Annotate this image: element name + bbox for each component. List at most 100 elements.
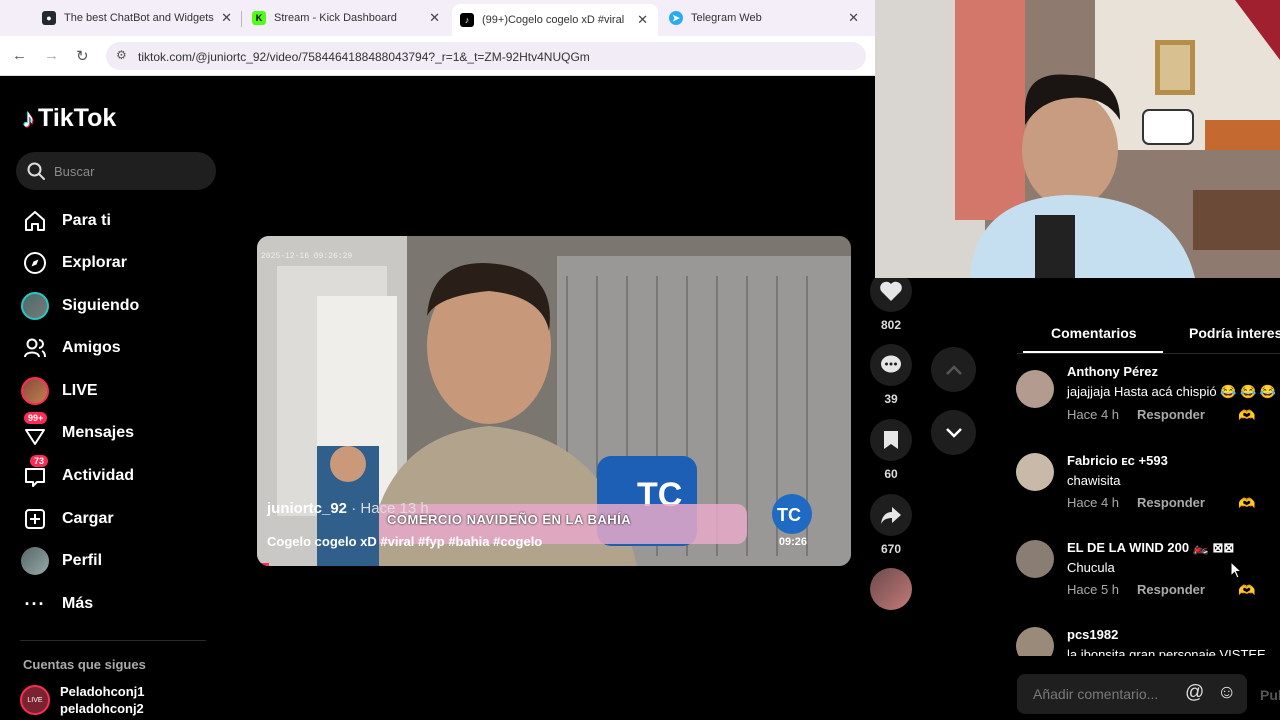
logo-text: TikTok [38,104,117,132]
sidebar-item-amigos[interactable]: Amigos [20,331,121,365]
sidebar-item-mensajes[interactable]: 99+ Mensajes [20,412,134,450]
creator-avatar-button[interactable] [870,568,912,610]
sidebar-item-siguiendo[interactable]: Siguiendo [20,289,139,323]
reply-button[interactable]: Responder [1137,582,1205,597]
comment-user[interactable]: EL DE LA WIND 200 🏍️ ⊠⊠ [1067,540,1234,556]
sidebar-item-para-ti[interactable]: Para ti [20,204,111,238]
sidebar-item-cargar[interactable]: Cargar [20,502,114,536]
active-tab-indicator [1023,351,1163,353]
next-video-button[interactable] [931,410,976,455]
search-placeholder: Buscar [54,164,95,179]
comment-text: jajajjaja Hasta acá chispió 😂 😂 😂 [1067,384,1276,399]
avatar[interactable] [1016,540,1054,578]
url-field[interactable]: ⚙ tiktok.com/@juniortc_92/video/75844641… [106,42,866,70]
comment-like-icon[interactable]: 🫶 [1238,582,1255,599]
github-icon: ● [42,11,56,25]
comment-user[interactable]: Fabricio ᴇᴄ +593 [1067,453,1168,468]
comment-user[interactable]: Anthony Pérez [1067,366,1158,379]
browser-tab-tiktok[interactable]: ♪ (99+)Cogelo cogelo xD #viral # ✕ [452,4,658,36]
share-button[interactable]: 670 [870,494,912,556]
svg-text:TC: TC [777,505,801,525]
sidebar-item-label: Más [62,595,94,612]
comment-meta: Hace 4 h Responder [1067,407,1205,422]
following-handle: peladohconj2 [60,701,144,716]
tiktok-icon: ♪ [460,13,474,27]
video-caption: Cogelo cogelo xD #viral #fyp #bahia #cog… [267,534,543,549]
video-author[interactable]: juniortc_92 · Hace 13 h [267,500,429,517]
bookmark-icon [870,419,912,461]
back-icon[interactable]: ← [12,47,27,64]
forward-icon[interactable]: → [44,47,59,64]
close-icon[interactable]: ✕ [637,12,648,28]
sidebar-divider [20,640,206,641]
tiktok-note-icon: ♪ [22,103,35,133]
browser-tab-kick[interactable]: K Stream - Kick Dashboard ✕ [252,4,440,32]
emoji-icon[interactable]: ☺ [1217,682,1236,704]
avatar[interactable] [1016,627,1054,656]
comment-list[interactable]: Anthony Pérez jajajjaja Hasta acá chispi… [1016,366,1280,656]
close-icon[interactable]: ✕ [429,10,440,26]
browser-tab-chatbot[interactable]: ● The best ChatBot and Widgets ✕ [42,4,232,32]
url-text: tiktok.com/@juniortc_92/video/7584464188… [138,50,590,64]
compass-icon [20,248,50,278]
webcam-frame [875,0,1280,278]
previous-video-button[interactable] [931,347,976,392]
friends-icon [20,333,50,363]
comment-time: Hace 4 h [1067,495,1120,510]
close-icon[interactable]: ✕ [221,10,232,26]
save-button[interactable]: 60 [870,419,912,481]
site-info-icon[interactable]: ⚙ [116,48,127,62]
sidebar-item-live[interactable]: LIVE [20,374,98,408]
comment-like-icon[interactable]: 🫶 [1238,495,1255,512]
tab-title: Telegram Web [691,12,762,24]
sidebar-item-label: Explorar [62,254,127,271]
live-avatar-icon [20,376,50,406]
following-account[interactable]: LIVE Peladohconj1 peladohconj2 [20,683,145,717]
tab-comentarios[interactable]: Comentarios [1051,325,1137,341]
avatar[interactable] [1016,370,1054,408]
tab-title: Stream - Kick Dashboard [274,12,397,24]
reply-button[interactable]: Responder [1137,407,1205,422]
search-input[interactable]: Buscar [16,152,216,190]
sidebar-item-explorar[interactable]: Explorar [20,246,127,280]
comment-like-icon[interactable]: 🫶 [1238,407,1255,424]
video-player[interactable]: TC TC 2025-12-16 09:26:29 COMERCIO NAVID… [257,236,851,566]
messages-badge: 99+ [24,412,48,424]
reload-icon[interactable]: ↻ [76,47,89,65]
chevron-down-icon [945,427,962,438]
like-button[interactable]: 802 [870,270,912,332]
comment-time: Hace 5 h [1067,582,1120,597]
sidebar-item-perfil[interactable]: Perfil [20,544,102,578]
share-icon [870,494,912,536]
following-name: Peladohconj1 [60,684,145,699]
video-progress-bar[interactable] [257,563,269,566]
comment-text: chawisita [1067,473,1121,488]
webcam-overlay [875,0,1280,278]
comment-input[interactable]: Añadir comentario... @ ☺ [1017,674,1247,714]
sidebar-item-label: Actividad [62,467,135,484]
browser-tab-telegram[interactable]: ➤ Telegram Web ✕ [669,4,859,32]
mouse-cursor-icon [1230,561,1242,579]
avatar[interactable] [1016,453,1054,491]
comment-button[interactable]: 39 [870,344,912,406]
close-icon[interactable]: ✕ [848,10,859,26]
tiktok-logo[interactable]: ♪ TikTok [22,103,116,134]
tab-divider [1017,353,1280,354]
sidebar-item-actividad[interactable]: 73 Actividad [20,455,135,493]
post-comment-button[interactable]: Publicar [1260,687,1280,703]
comment-meta: Hace 5 h Responder [1067,582,1205,597]
reply-button[interactable]: Responder [1137,495,1205,510]
kick-icon: K [252,11,266,25]
activity-badge: 73 [30,455,49,467]
mention-icon[interactable]: @ [1185,682,1204,704]
comment-item: Fabricio ᴇᴄ +593 chawisita Hace 4 h Respo… [1016,453,1280,523]
comment-user[interactable]: pcs1982 [1067,627,1118,642]
messages-icon: 99+ [20,412,50,448]
post-age: · Hace 13 h [347,500,429,517]
chevron-up-icon [945,364,962,375]
following-section-title: Cuentas que sigues [23,657,146,672]
comment-text: la jbonsita gran personaje VISTEE [1067,647,1266,656]
sidebar-item-mas[interactable]: ··· Más [20,587,94,621]
comment-item: pcs1982 la jbonsita gran personaje VISTE… [1016,627,1280,656]
tab-podria-interesarte[interactable]: Podría interesarte [1189,325,1280,341]
